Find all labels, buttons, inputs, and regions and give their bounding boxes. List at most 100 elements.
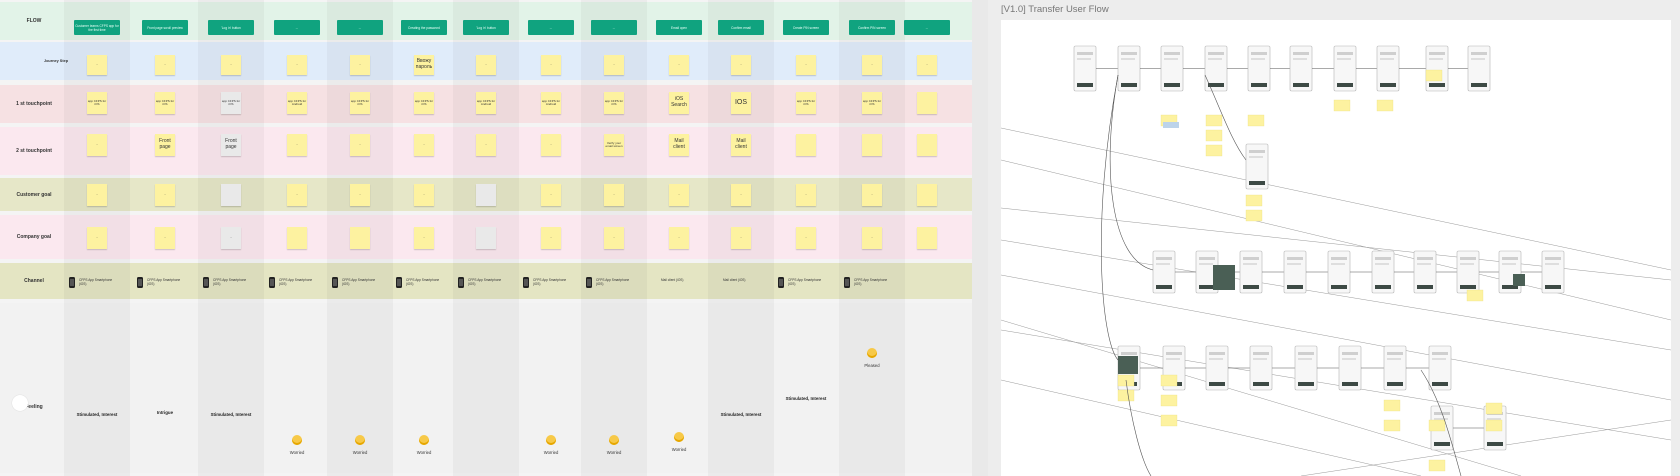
emoji-label: Worried <box>416 450 432 455</box>
flow-diagram <box>1000 45 1672 476</box>
wireframe-button <box>1209 382 1225 386</box>
sticky-note: ... <box>541 184 561 206</box>
row-label: FLOW <box>26 18 42 24</box>
sticky-note: ... <box>669 55 689 75</box>
sticky-note: app CFPS for iOS <box>414 92 434 114</box>
sticky-note <box>917 227 937 249</box>
wireframe-bar <box>1298 352 1314 355</box>
sticky-note: ... <box>731 184 751 206</box>
sticky-text: ... <box>95 235 99 240</box>
sticky-note: ... <box>87 55 107 75</box>
wireframe-bar <box>1164 58 1178 60</box>
sticky-note: ... <box>287 184 307 206</box>
flow-step-box: ... <box>528 20 574 35</box>
wireframe-button <box>1337 83 1353 87</box>
flow-sticky-note <box>1485 402 1503 415</box>
channel-text: CFPS App Smartphone (iOS) <box>533 278 567 286</box>
sticky-note: ... <box>476 134 496 156</box>
flow-step-box: ... <box>337 20 383 35</box>
wireframe-bar <box>1199 263 1213 265</box>
sticky-text: app CFPS for Android <box>541 98 561 106</box>
flow-step-box: Confirm PIN screen <box>849 20 895 35</box>
sticky-note: ... <box>414 227 434 249</box>
flow-sticky-note <box>1485 419 1503 432</box>
sticky-note: app CFPS for iOS <box>87 92 107 114</box>
sticky-text: ... <box>612 235 616 240</box>
sticky-note <box>917 92 937 114</box>
flow-step-box: Customer learns CFPS app for the first t… <box>74 20 120 35</box>
wireframe-button <box>1121 83 1137 87</box>
sticky-text: app CFPS for iOS <box>221 98 241 106</box>
wireframe-button <box>1298 382 1314 386</box>
flow-sticky-note <box>1245 194 1263 207</box>
sticky-note: ... <box>796 55 816 75</box>
sticky-text: app CFPS for iOS <box>87 98 107 106</box>
sticky-text: ... <box>612 62 616 67</box>
wireframe-bar <box>1432 352 1448 355</box>
sticky-note: Mail client <box>669 134 689 156</box>
channel-text: CFPS App Smartphone (iOS) <box>213 278 247 286</box>
sticky-text: ... <box>925 62 929 67</box>
sticky-note: app CFPS for Android <box>476 92 496 114</box>
wireframe-bar <box>1253 358 1267 360</box>
flow-step-box: Creating the password <box>401 20 447 35</box>
phone-icon <box>203 277 209 288</box>
wireframe-bar <box>1077 52 1093 55</box>
sticky-note: IOS <box>731 92 751 114</box>
channel-text: CFPS App Smartphone (iOS) <box>342 278 376 286</box>
face-emoji-icon <box>609 435 619 445</box>
sticky-note <box>221 184 241 206</box>
connector-line <box>1000 379 1422 476</box>
sticky-note: ... <box>155 184 175 206</box>
wireframe-bar <box>1199 257 1215 260</box>
flow-step-box: Front page scroll preview <box>142 20 188 35</box>
wireframe-bar <box>1253 352 1269 355</box>
sticky-note: ... <box>155 227 175 249</box>
row-label: Journey Step <box>43 59 69 63</box>
sticky-note: ... <box>350 134 370 156</box>
sticky-text: ... <box>612 192 616 197</box>
sticky-note: ... <box>350 55 370 75</box>
wireframe-bar <box>1337 52 1353 55</box>
wireframe-button <box>1077 83 1093 87</box>
wireframe-bar <box>1429 58 1443 60</box>
row-label: Customer goal <box>16 191 52 198</box>
wireframe-dark-block <box>1213 265 1235 290</box>
wireframe-bar <box>1249 156 1263 158</box>
wireframe-button <box>1387 382 1403 386</box>
emoji-label: Worried <box>671 447 687 452</box>
phone-icon <box>332 277 338 288</box>
face-emoji-icon <box>292 435 302 445</box>
sticky-note <box>917 184 937 206</box>
face-emoji-icon <box>546 435 556 445</box>
phone-icon <box>844 277 850 288</box>
wireframe-bar <box>1249 150 1265 153</box>
sticky-text: app CFPS for iOS <box>604 98 624 106</box>
sticky-text: ... <box>95 192 99 197</box>
wireframe-bar <box>1417 263 1431 265</box>
sticky-note: ... <box>87 227 107 249</box>
flow-sticky-note <box>1117 389 1135 402</box>
sticky-text: app CFPS for iOS <box>155 98 175 106</box>
sticky-text: ... <box>739 235 743 240</box>
flow-canvas[interactable] <box>1000 20 1672 476</box>
wireframe-bar <box>1164 52 1180 55</box>
sticky-note: ... <box>862 55 882 75</box>
wireframe-bar <box>1337 58 1351 60</box>
sticky-text: ... <box>804 62 808 67</box>
sticky-text: IOS <box>734 98 748 106</box>
wireframe-button <box>1164 83 1180 87</box>
sticky-note: ... <box>414 184 434 206</box>
sticky-text: ... <box>549 142 553 147</box>
sticky-note <box>350 227 370 249</box>
sticky-note <box>476 184 496 206</box>
sticky-text: ... <box>677 62 681 67</box>
sticky-note: ... <box>87 134 107 156</box>
sticky-note: ... <box>287 134 307 156</box>
sticky-note: ... <box>604 55 624 75</box>
connector-line <box>1000 274 1672 401</box>
sticky-note: ... <box>287 55 307 75</box>
wireframe-button <box>1243 285 1259 289</box>
wireframe-bar <box>1375 257 1391 260</box>
sticky-text: Ввожу пароль <box>415 58 433 70</box>
